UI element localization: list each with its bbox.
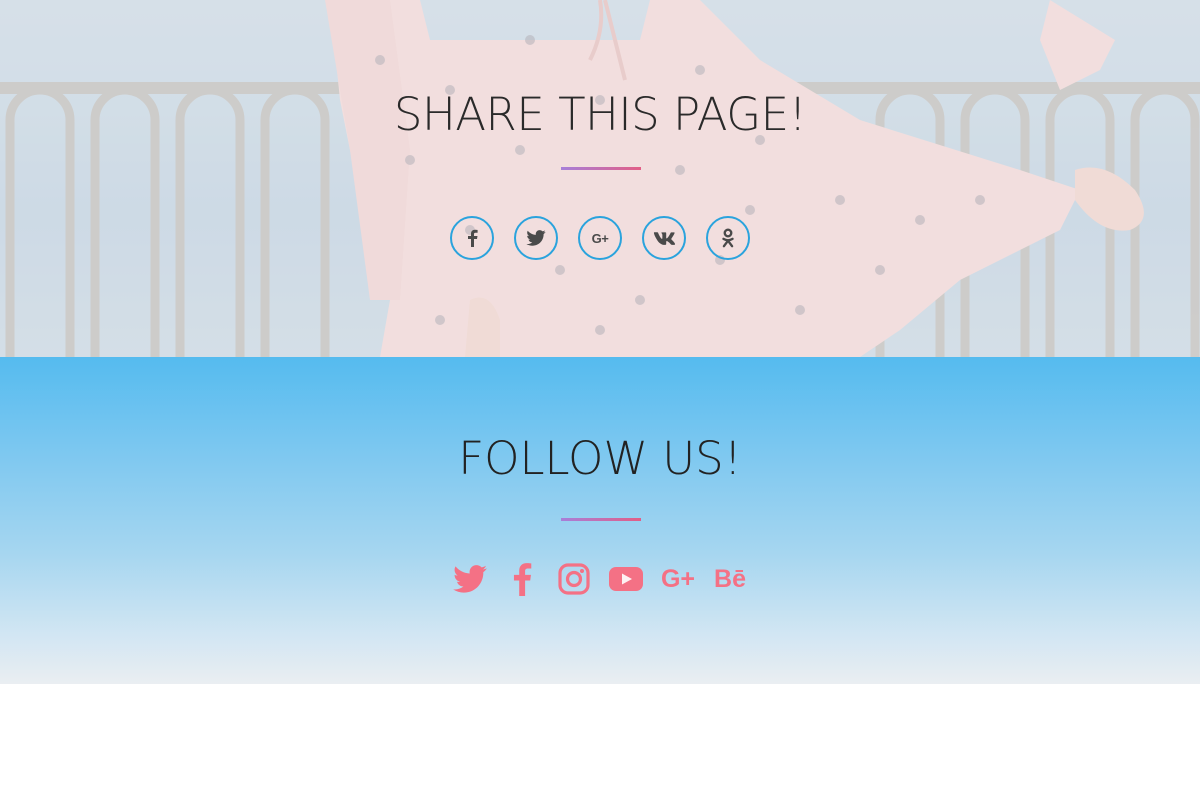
google-plus-icon: G+: [591, 230, 609, 246]
share-google-plus-button[interactable]: G+: [578, 216, 622, 260]
vk-icon: [653, 231, 675, 245]
follow-google-plus-link[interactable]: G+: [661, 562, 695, 596]
behance-icon: Bē: [714, 564, 746, 593]
follow-title: FOLLOW US!: [458, 432, 742, 485]
share-twitter-button[interactable]: [514, 216, 558, 260]
page-bottom-blank: [0, 684, 1200, 800]
share-facebook-button[interactable]: [450, 216, 494, 260]
follow-twitter-link[interactable]: [453, 562, 487, 596]
follow-facebook-link[interactable]: [505, 562, 539, 596]
twitter-icon: [453, 565, 487, 593]
instagram-icon: [558, 563, 590, 595]
share-odnoklassniki-button[interactable]: [706, 216, 750, 260]
share-section: SHARE THIS PAGE! G+: [0, 0, 1200, 357]
follow-divider: [561, 518, 641, 521]
facebook-icon: [513, 563, 532, 596]
share-vk-button[interactable]: [642, 216, 686, 260]
share-buttons: G+: [0, 216, 1200, 260]
follow-section: FOLLOW US! G+ Bē: [0, 357, 1200, 684]
share-title: SHARE THIS PAGE!: [393, 88, 807, 141]
facebook-icon: [468, 229, 478, 247]
follow-instagram-link[interactable]: [557, 562, 591, 596]
youtube-icon: [609, 567, 643, 591]
google-plus-icon: G+: [660, 564, 696, 593]
follow-behance-link[interactable]: Bē: [713, 562, 747, 596]
share-divider: [561, 167, 641, 170]
follow-icons: G+ Bē: [0, 562, 1200, 596]
background-veil: [0, 0, 1200, 357]
twitter-icon: [526, 230, 546, 246]
follow-youtube-link[interactable]: [609, 562, 643, 596]
odnoklassniki-icon: [722, 228, 734, 248]
